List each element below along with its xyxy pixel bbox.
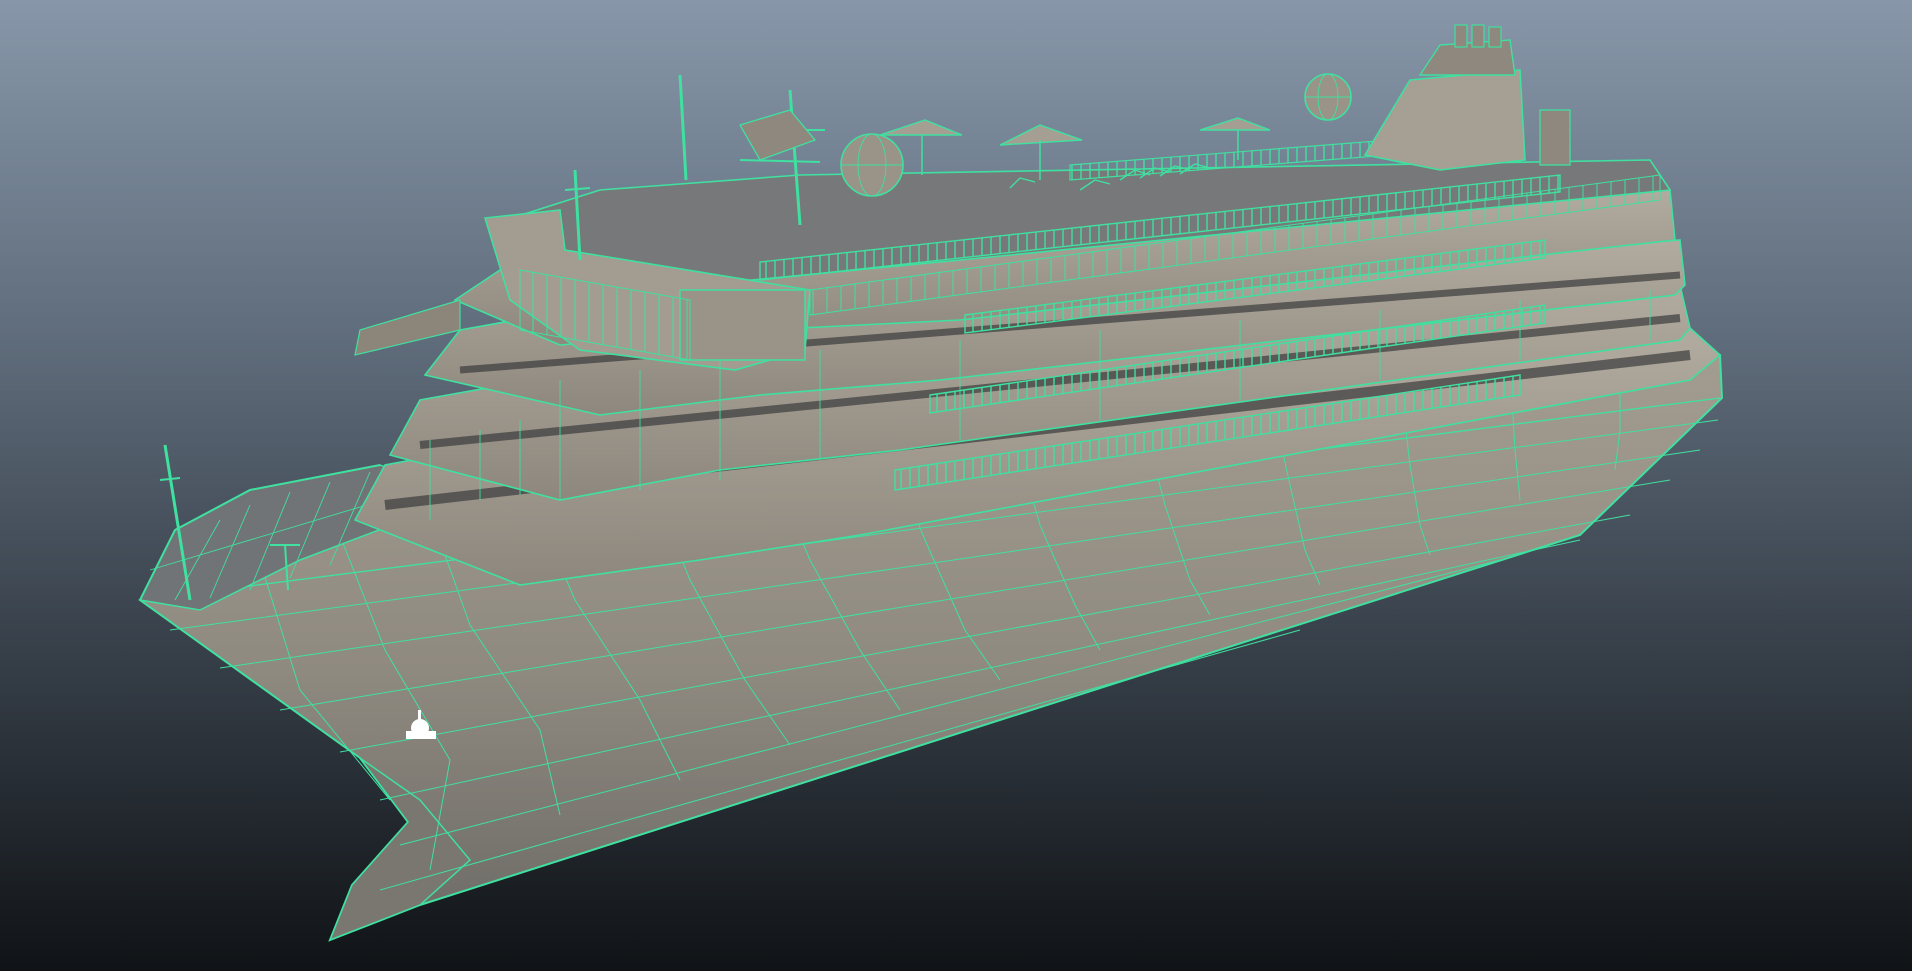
3d-viewport[interactable] — [0, 0, 1912, 971]
ship-model[interactable] — [0, 0, 1912, 971]
